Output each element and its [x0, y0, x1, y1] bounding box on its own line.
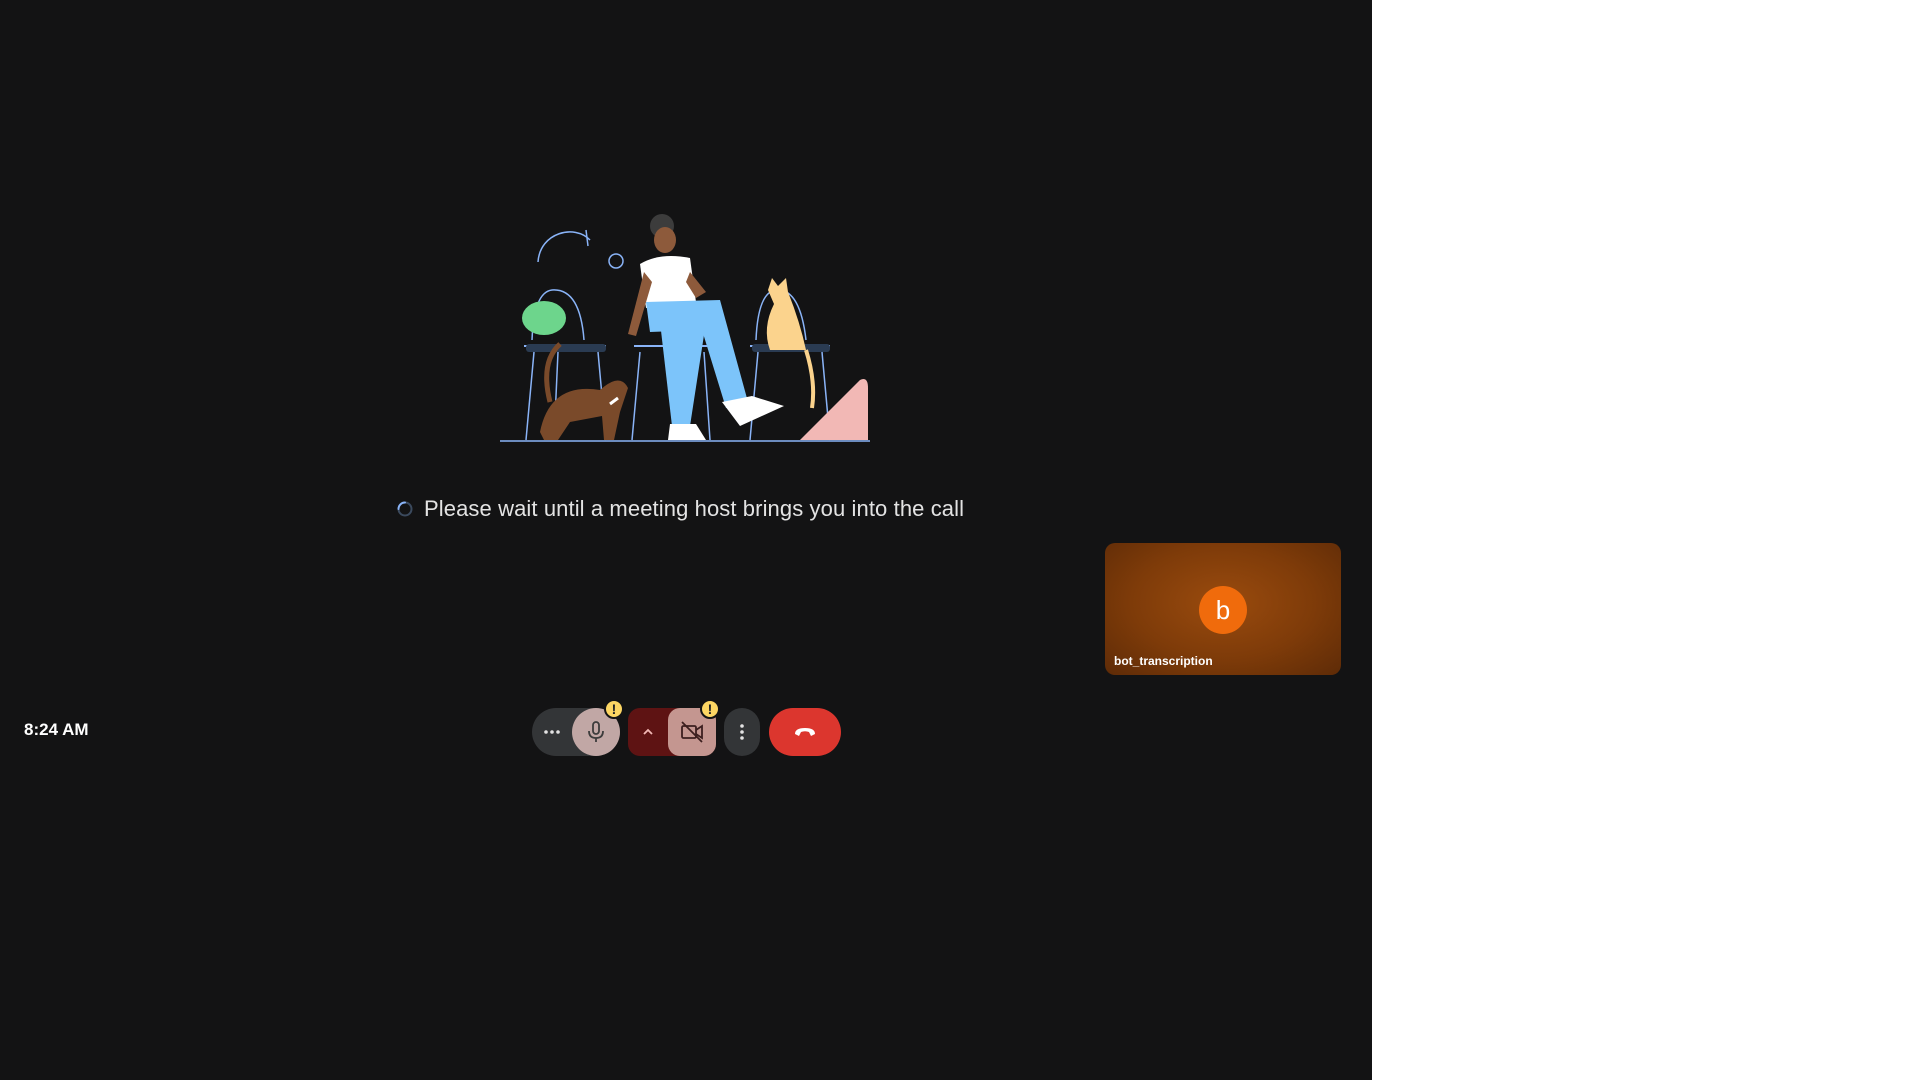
blank-area — [1372, 0, 1920, 1080]
camera-warning-badge: ! — [700, 699, 720, 719]
loading-spinner-icon — [397, 501, 413, 517]
avatar: b — [1199, 586, 1247, 634]
microphone-icon — [588, 721, 604, 742]
waiting-message: Please wait until a meeting host brings … — [424, 496, 965, 521]
mic-warning-badge: ! — [604, 699, 624, 719]
meeting-window: Please wait until a meeting host brings … — [0, 0, 1372, 1080]
phone-hangup-icon — [795, 728, 815, 736]
chevron-up-icon — [643, 728, 653, 735]
video-off-icon — [681, 721, 703, 743]
video-options-button[interactable] — [628, 708, 668, 756]
leave-call-button[interactable] — [769, 708, 841, 756]
participant-name: bot_transcription — [1114, 654, 1213, 668]
more-horizontal-icon — [544, 730, 560, 734]
audio-options-button[interactable] — [532, 708, 572, 756]
waiting-message-row: Please wait until a meeting host brings … — [396, 493, 964, 525]
meeting-clock: 8:24 AM — [24, 720, 89, 739]
more-options-button[interactable] — [724, 708, 760, 756]
waiting-room-illustration — [500, 214, 870, 442]
more-vertical-icon — [740, 724, 744, 740]
self-view-tile[interactable]: b bot_transcription — [1105, 543, 1341, 675]
